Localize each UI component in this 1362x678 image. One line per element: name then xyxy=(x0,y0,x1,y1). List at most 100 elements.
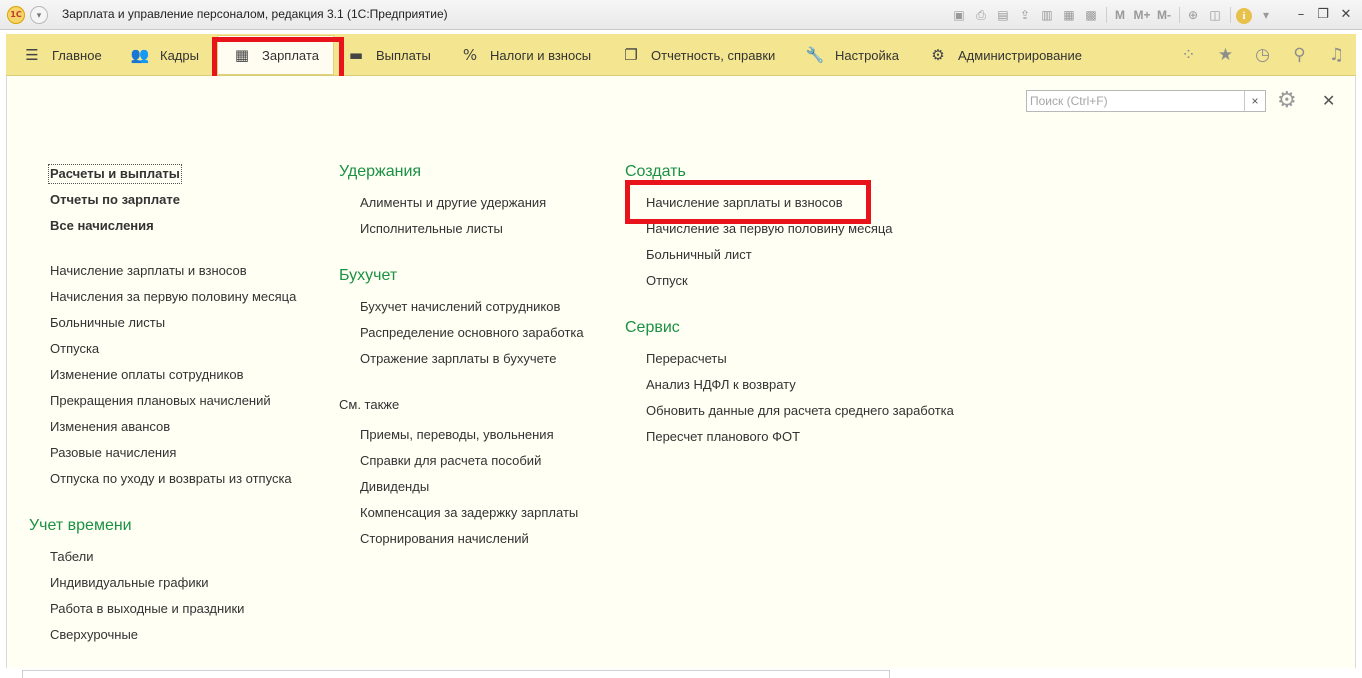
link-recalc-planned-fot[interactable]: Пересчет планового ФОТ xyxy=(646,429,800,445)
link-accrual-reversals[interactable]: Сторнирования начислений xyxy=(360,531,529,547)
link-create-first-half-accrual[interactable]: Начисление за первую половину месяца xyxy=(646,221,893,237)
history-icon[interactable]: ◷ xyxy=(1244,45,1281,65)
link-salary-accrual[interactable]: Начисление зарплаты и взносов xyxy=(50,263,247,279)
main-menu-button[interactable]: ▾ xyxy=(30,6,48,24)
link-parental-leaves[interactable]: Отпуска по уходу и возвраты из отпуска xyxy=(50,471,292,487)
search-icon[interactable]: ⚲ xyxy=(1281,45,1318,65)
minimize-button[interactable]: – xyxy=(1291,5,1311,25)
maximize-button[interactable]: ❐ xyxy=(1313,5,1333,25)
link-pay-changes[interactable]: Изменение оплаты сотрудников xyxy=(50,367,244,383)
wrench-icon: 🔧 xyxy=(805,46,825,64)
nav-administration[interactable]: ⚙ Администрирование xyxy=(928,34,1082,76)
bottom-divider xyxy=(22,670,890,671)
nav-label: Зарплата xyxy=(262,47,319,63)
link-alimony[interactable]: Алименты и другие удержания xyxy=(360,195,546,211)
panels-icon[interactable]: ◫ xyxy=(1206,6,1224,24)
link-create-sick-leave[interactable]: Больничный лист xyxy=(646,247,752,263)
attach-icon[interactable]: ⇪ xyxy=(1016,6,1034,24)
memory-subtract-button[interactable]: M- xyxy=(1155,6,1173,24)
gear-icon: ⚙ xyxy=(931,46,945,64)
link-icon[interactable]: ▥ xyxy=(1038,6,1056,24)
memory-add-button[interactable]: M+ xyxy=(1133,6,1151,24)
menu-icon: ☰ xyxy=(25,46,39,64)
nav-main[interactable]: ☰ Главное xyxy=(22,34,102,76)
nav-personnel[interactable]: 👥 Кадры xyxy=(130,34,199,76)
info-dropdown-icon[interactable]: ▾ xyxy=(1257,6,1275,24)
calculator-icon: ▦ xyxy=(234,46,250,64)
nav-label: Настройка xyxy=(835,47,899,63)
people-icon: 👥 xyxy=(130,46,150,64)
close-icon[interactable]: ✕ xyxy=(1322,91,1335,110)
save-icon[interactable]: ▣ xyxy=(950,6,968,24)
nav-label: Главное xyxy=(52,47,102,63)
all-functions-icon[interactable]: ⁘ xyxy=(1170,45,1207,65)
calendar-icon[interactable]: ▦ xyxy=(1060,6,1078,24)
info-icon[interactable]: i xyxy=(1235,6,1253,24)
app-logo: 1С xyxy=(7,6,25,24)
link-salary-reflection[interactable]: Отражение зарплаты в бухучете xyxy=(360,351,556,367)
section-panel: ☰ Главное 👥 Кадры ▦ Зарплата ▬ Выплаты %… xyxy=(6,34,1356,76)
nav-label: Выплаты xyxy=(376,47,431,63)
section-title-accounting: Бухучет xyxy=(339,267,398,284)
bottom-divider xyxy=(889,670,890,678)
title-toolbar: ▣ ⎙ ▤ ⇪ ▥ ▦ ▩ M M+ M- ⊕ ◫ i ▾ xyxy=(950,5,1279,25)
notifications-icon[interactable]: ♫ xyxy=(1318,45,1355,65)
link-create-vacation[interactable]: Отпуск xyxy=(646,273,688,289)
link-accrual-accounting[interactable]: Бухучет начислений сотрудников xyxy=(360,299,560,315)
link-weekend-work[interactable]: Работа в выходные и праздники xyxy=(50,601,244,617)
zoom-icon[interactable]: ⊕ xyxy=(1184,6,1202,24)
nav-label: Налоги и взносы xyxy=(490,47,592,63)
link-recalculations[interactable]: Перерасчеты xyxy=(646,351,727,367)
memory-button[interactable]: M xyxy=(1111,6,1129,24)
link-first-half-accruals[interactable]: Начисления за первую половину месяца xyxy=(50,289,296,305)
settings-gears-icon[interactable]: ⚙ xyxy=(1277,88,1297,113)
link-calculations-payments[interactable]: Расчеты и выплаты xyxy=(48,164,182,184)
favorites-icon[interactable]: ★ xyxy=(1207,45,1244,65)
link-one-time-accruals[interactable]: Разовые начисления xyxy=(50,445,176,461)
link-overtime[interactable]: Сверхурочные xyxy=(50,627,138,643)
window-title: Зарплата и управление персоналом, редакц… xyxy=(62,7,448,21)
bottom-divider xyxy=(22,670,23,678)
nav-taxes[interactable]: % Налоги и взносы xyxy=(460,34,591,76)
link-writs-of-execution[interactable]: Исполнительные листы xyxy=(360,221,503,237)
link-timesheets[interactable]: Табели xyxy=(50,549,94,565)
link-individual-schedules[interactable]: Индивидуальные графики xyxy=(50,575,209,591)
link-planned-accrual-terminations[interactable]: Прекращения плановых начислений xyxy=(50,393,271,409)
search-input[interactable] xyxy=(1027,91,1243,111)
title-bar: 1С ▾ Зарплата и управление персоналом, р… xyxy=(0,0,1362,30)
print-icon[interactable]: ⎙ xyxy=(972,6,990,24)
close-window-button[interactable]: ✕ xyxy=(1336,5,1356,25)
clear-search-button[interactable]: × xyxy=(1244,91,1265,111)
toolbar-divider xyxy=(1230,7,1231,23)
section-title-deductions: Удержания xyxy=(339,163,422,180)
percent-icon: % xyxy=(462,46,478,64)
link-dividends[interactable]: Дивиденды xyxy=(360,479,429,495)
nav-payments[interactable]: ▬ Выплаты xyxy=(346,34,431,76)
link-update-average-earnings[interactable]: Обновить данные для расчета среднего зар… xyxy=(646,403,954,419)
section-title-create: Создать xyxy=(625,163,686,180)
link-hiring-transfers[interactable]: Приемы, переводы, увольнения xyxy=(360,427,554,443)
toolbar-divider xyxy=(1106,7,1107,23)
link-all-accruals[interactable]: Все начисления xyxy=(50,218,154,234)
calculator-icon[interactable]: ▩ xyxy=(1082,6,1100,24)
section-title-time-tracking: Учет времени xyxy=(29,517,132,534)
link-ndfl-refund-analysis[interactable]: Анализ НДФЛ к возврату xyxy=(646,377,796,393)
link-earnings-distribution[interactable]: Распределение основного заработка xyxy=(360,325,584,341)
nav-reports[interactable]: ❐ Отчетность, справки xyxy=(621,34,775,76)
search-field[interactable]: × xyxy=(1026,90,1266,112)
toolbar-divider xyxy=(1179,7,1180,23)
nav-label: Администрирование xyxy=(958,47,1082,63)
link-sick-leaves[interactable]: Больничные листы xyxy=(50,315,165,331)
section-title-service: Сервис xyxy=(625,319,680,336)
link-salary-reports[interactable]: Отчеты по зарплате xyxy=(50,192,180,208)
nav-settings[interactable]: 🔧 Настройка xyxy=(805,34,899,76)
link-create-salary-accrual[interactable]: Начисление зарплаты и взносов xyxy=(646,195,843,211)
preview-icon[interactable]: ▤ xyxy=(994,6,1012,24)
nav-salary[interactable]: ▦ Зарплата xyxy=(217,35,334,75)
wallet-icon: ▬ xyxy=(348,46,364,64)
link-delay-compensation[interactable]: Компенсация за задержку зарплаты xyxy=(360,505,578,521)
link-benefit-certificates[interactable]: Справки для расчета пособий xyxy=(360,453,541,469)
documents-icon: ❐ xyxy=(624,46,638,64)
link-advance-changes[interactable]: Изменения авансов xyxy=(50,419,170,435)
link-vacations[interactable]: Отпуска xyxy=(50,341,99,357)
